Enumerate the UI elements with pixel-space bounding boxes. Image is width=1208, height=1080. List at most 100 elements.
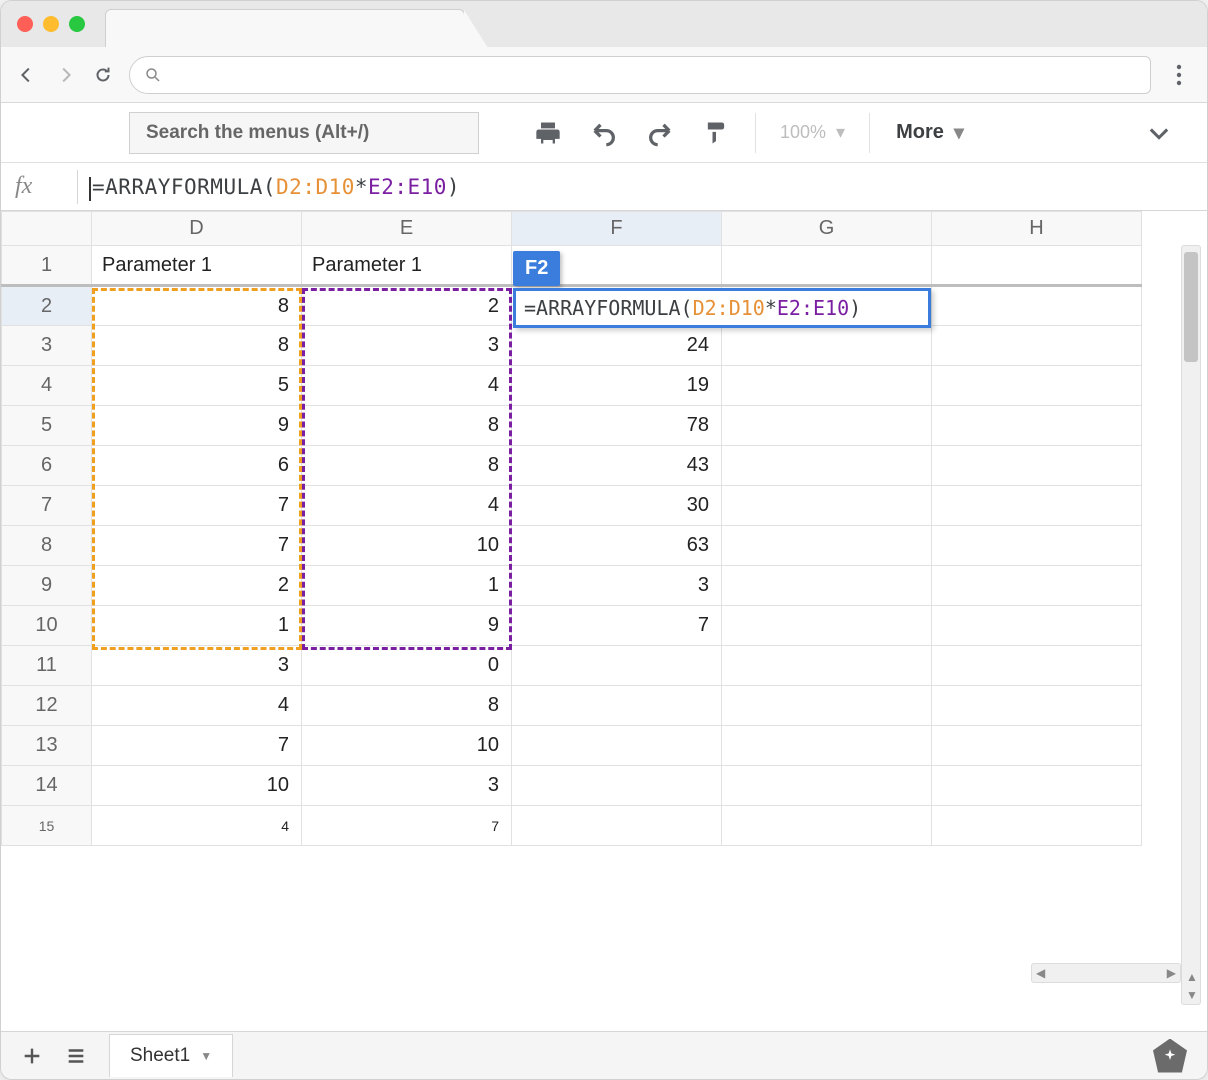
cell[interactable]: 10 <box>302 526 512 566</box>
formula-bar[interactable]: fx =ARRAYFORMULA(D2:D10*E2:E10) <box>1 163 1207 211</box>
cell[interactable]: 4 <box>92 686 302 726</box>
cell[interactable]: 78 <box>512 406 722 446</box>
browser-menu-button[interactable] <box>1165 64 1193 86</box>
cell[interactable] <box>512 806 722 846</box>
row-header[interactable]: 4 <box>2 366 92 406</box>
cell[interactable]: 3 <box>302 326 512 366</box>
cell[interactable] <box>722 446 932 486</box>
cell[interactable]: 30 <box>512 486 722 526</box>
cell[interactable]: 3 <box>302 766 512 806</box>
cell[interactable]: 7 <box>92 726 302 766</box>
select-all-corner[interactable] <box>2 212 92 246</box>
row-header[interactable]: 12 <box>2 686 92 726</box>
cell[interactable] <box>932 486 1142 526</box>
row-header[interactable]: 9 <box>2 566 92 606</box>
horizontal-scrollbar[interactable]: ◀ ▶ <box>1031 963 1181 983</box>
cell[interactable] <box>722 326 932 366</box>
col-header-G[interactable]: G <box>722 212 932 246</box>
cell[interactable]: 10 <box>302 726 512 766</box>
nav-back-button[interactable] <box>15 64 39 86</box>
row-header[interactable]: 5 <box>2 406 92 446</box>
cell[interactable]: 7 <box>302 806 512 846</box>
cell[interactable] <box>932 646 1142 686</box>
paint-format-button[interactable] <box>693 112 739 154</box>
cell[interactable]: 4 <box>302 366 512 406</box>
cell[interactable] <box>722 246 932 286</box>
window-minimize-button[interactable] <box>43 16 59 32</box>
cell[interactable] <box>722 646 932 686</box>
cell[interactable] <box>932 766 1142 806</box>
col-header-F[interactable]: F <box>512 212 722 246</box>
cell[interactable]: 9 <box>92 406 302 446</box>
scroll-right-icon[interactable]: ▶ <box>1167 966 1176 980</box>
cell[interactable]: 8 <box>92 286 302 326</box>
row-header[interactable]: 11 <box>2 646 92 686</box>
row-header[interactable]: 13 <box>2 726 92 766</box>
scroll-down-icon[interactable]: ▼ <box>1182 986 1202 1004</box>
cell[interactable] <box>932 326 1142 366</box>
cell[interactable] <box>932 246 1142 286</box>
nav-reload-button[interactable] <box>91 64 115 86</box>
cell[interactable]: 1 <box>302 566 512 606</box>
cell[interactable]: 8 <box>302 686 512 726</box>
row-header[interactable]: 7 <box>2 486 92 526</box>
cell[interactable]: 7 <box>92 486 302 526</box>
cell[interactable]: 2 <box>302 286 512 326</box>
cell[interactable] <box>722 806 932 846</box>
sheet-tab[interactable]: Sheet1 ▼ <box>109 1034 233 1077</box>
cell-formula-editor[interactable]: =ARRAYFORMULA(D2:D10*E2:E10) <box>513 288 931 328</box>
cell[interactable] <box>932 726 1142 766</box>
cell[interactable] <box>932 606 1142 646</box>
cell[interactable]: 4 <box>92 806 302 846</box>
cell[interactable] <box>722 606 932 646</box>
cell[interactable]: 10 <box>92 766 302 806</box>
browser-tab[interactable] <box>105 9 465 47</box>
row-header[interactable]: 14 <box>2 766 92 806</box>
spreadsheet-grid[interactable]: D E F G H 1 Parameter 1 Parameter 1 2 8 … <box>1 211 1207 1033</box>
cell[interactable]: 8 <box>302 406 512 446</box>
explore-button[interactable] <box>1153 1039 1187 1073</box>
cell[interactable]: 6 <box>92 446 302 486</box>
address-bar[interactable] <box>129 56 1151 94</box>
cell[interactable] <box>932 366 1142 406</box>
cell[interactable] <box>932 446 1142 486</box>
row-header[interactable]: 10 <box>2 606 92 646</box>
cell[interactable] <box>722 406 932 446</box>
zoom-dropdown[interactable]: 100% ▾ <box>772 122 853 143</box>
cell[interactable] <box>512 686 722 726</box>
row-header[interactable]: 6 <box>2 446 92 486</box>
col-header-H[interactable]: H <box>932 212 1142 246</box>
collapse-toolbar-button[interactable] <box>1145 119 1173 147</box>
row-header[interactable]: 1 <box>2 246 92 286</box>
cell[interactable] <box>932 526 1142 566</box>
cell[interactable] <box>512 646 722 686</box>
cell[interactable]: 0 <box>302 646 512 686</box>
cell[interactable]: Parameter 1 <box>92 246 302 286</box>
cell[interactable] <box>932 286 1142 326</box>
cell[interactable]: 3 <box>92 646 302 686</box>
menu-search-input[interactable]: Search the menus (Alt+/) <box>129 112 479 154</box>
col-header-E[interactable]: E <box>302 212 512 246</box>
row-header[interactable]: 8 <box>2 526 92 566</box>
row-header[interactable]: 3 <box>2 326 92 366</box>
cell[interactable] <box>722 486 932 526</box>
cell[interactable]: 8 <box>302 446 512 486</box>
cell[interactable]: 3 <box>512 566 722 606</box>
cell[interactable] <box>512 766 722 806</box>
formula-text[interactable]: =ARRAYFORMULA(D2:D10*E2:E10) <box>92 175 460 199</box>
caret-down-icon[interactable]: ▼ <box>200 1049 212 1063</box>
cell[interactable]: 1 <box>92 606 302 646</box>
scroll-up-icon[interactable]: ▲ <box>1182 968 1202 986</box>
all-sheets-button[interactable] <box>65 1045 87 1067</box>
nav-forward-button[interactable] <box>53 64 77 86</box>
cell[interactable]: 63 <box>512 526 722 566</box>
cell[interactable] <box>932 566 1142 606</box>
cell[interactable]: Parameter 1 <box>302 246 512 286</box>
cell[interactable] <box>932 406 1142 446</box>
cell[interactable] <box>932 806 1142 846</box>
add-sheet-button[interactable] <box>21 1045 43 1067</box>
cell[interactable]: 19 <box>512 366 722 406</box>
cell[interactable] <box>722 766 932 806</box>
cell[interactable] <box>722 526 932 566</box>
cell[interactable]: 7 <box>512 606 722 646</box>
